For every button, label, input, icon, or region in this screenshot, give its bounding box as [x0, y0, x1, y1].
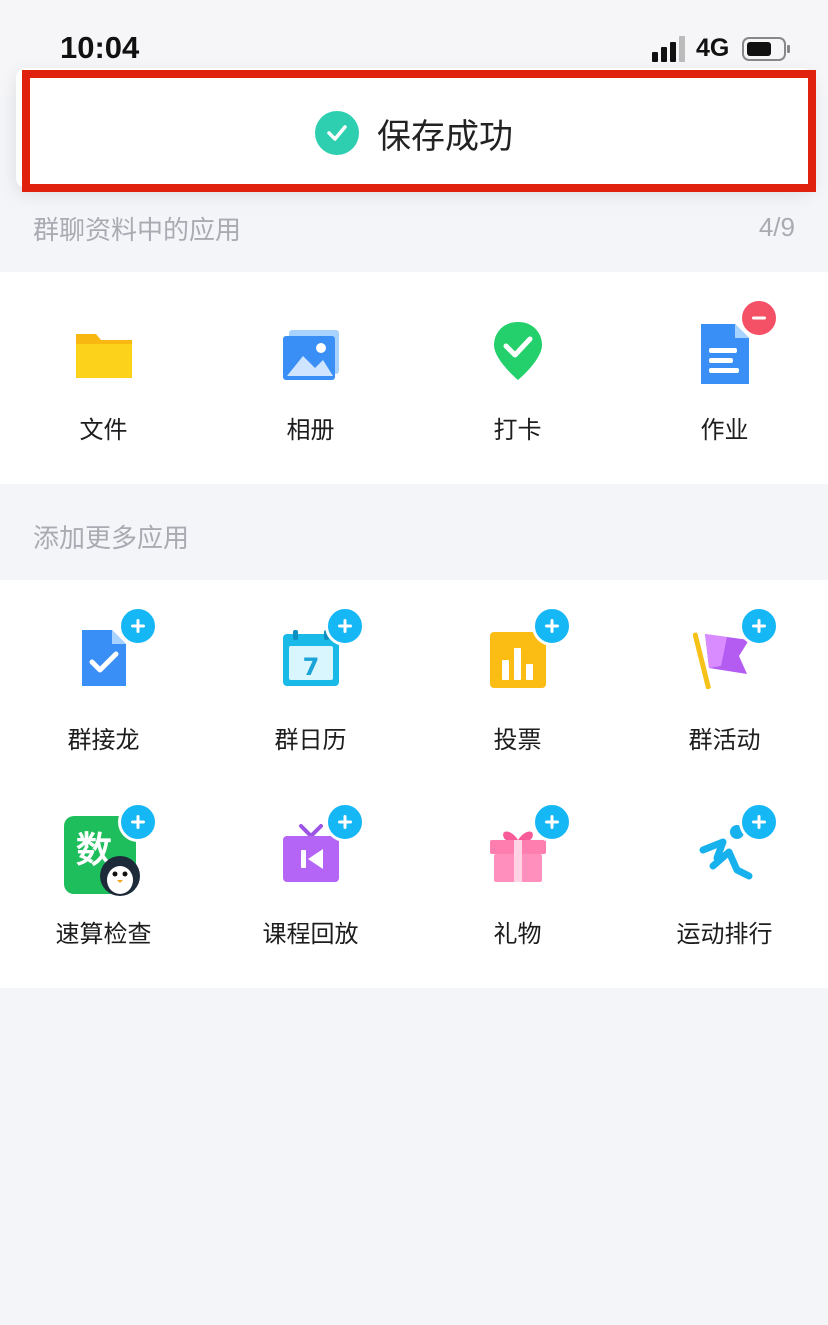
app-vote[interactable]: 投票 — [414, 580, 621, 776]
svg-text:7: 7 — [303, 653, 320, 681]
app-homework[interactable]: 作业 — [621, 272, 828, 484]
check-in-pin-icon — [494, 322, 542, 380]
app-label: 打卡 — [493, 416, 542, 444]
app-label: 投票 — [493, 726, 542, 754]
add-app-button[interactable] — [739, 606, 779, 646]
group-apps-panel: 文件 相册 打卡 作业 — [0, 272, 828, 484]
app-file[interactable]: 文件 — [0, 272, 207, 484]
app-math-check[interactable]: 数 速算检查 — [0, 776, 207, 972]
app-label: 礼物 — [493, 920, 542, 948]
app-course-replay[interactable]: 课程回放 — [207, 776, 414, 972]
folder-icon — [76, 334, 132, 378]
add-app-button[interactable] — [325, 606, 365, 646]
add-app-button[interactable] — [118, 606, 158, 646]
network-type: 4G — [696, 34, 730, 62]
add-app-button[interactable] — [118, 802, 158, 842]
app-gift[interactable]: 礼物 — [414, 776, 621, 972]
app-relay[interactable]: 群接龙 — [0, 580, 207, 776]
app-group-activity[interactable]: 群活动 — [621, 580, 828, 776]
app-label: 速算检查 — [55, 920, 152, 948]
app-photo-album[interactable]: 相册 — [207, 272, 414, 484]
add-app-button[interactable] — [739, 802, 779, 842]
app-label: 运动排行 — [676, 920, 773, 948]
add-app-button[interactable] — [532, 802, 572, 842]
app-label: 作业 — [700, 416, 749, 444]
app-label: 群日历 — [274, 726, 347, 754]
app-check-in[interactable]: 打卡 — [414, 272, 621, 484]
group-apps-count: 4/9 — [758, 212, 795, 242]
battery-icon — [742, 37, 790, 61]
app-label: 群接龙 — [67, 726, 140, 754]
remove-app-button[interactable] — [739, 298, 779, 338]
app-label: 群活动 — [688, 726, 761, 754]
status-time: 10:04 — [60, 30, 140, 65]
signal-icon — [652, 36, 685, 62]
add-app-button[interactable] — [325, 802, 365, 842]
app-calendar[interactable]: 7 群日历 — [207, 580, 414, 776]
app-label: 文件 — [79, 416, 128, 444]
toast-highlight-box — [22, 70, 816, 192]
app-label: 相册 — [286, 416, 335, 444]
more-apps-panel: 群接龙 7 群日历 投票 群活动 数 速算检查 课程回放 礼物 运动排行 — [0, 580, 828, 988]
photo-album-icon — [283, 330, 339, 380]
app-label: 课程回放 — [262, 920, 359, 948]
more-apps-section-title: 添加更多应用 — [33, 524, 190, 554]
add-app-button[interactable] — [532, 606, 572, 646]
app-sports-rank[interactable]: 运动排行 — [621, 776, 828, 972]
group-apps-section-title: 群聊资料中的应用 — [33, 216, 242, 246]
